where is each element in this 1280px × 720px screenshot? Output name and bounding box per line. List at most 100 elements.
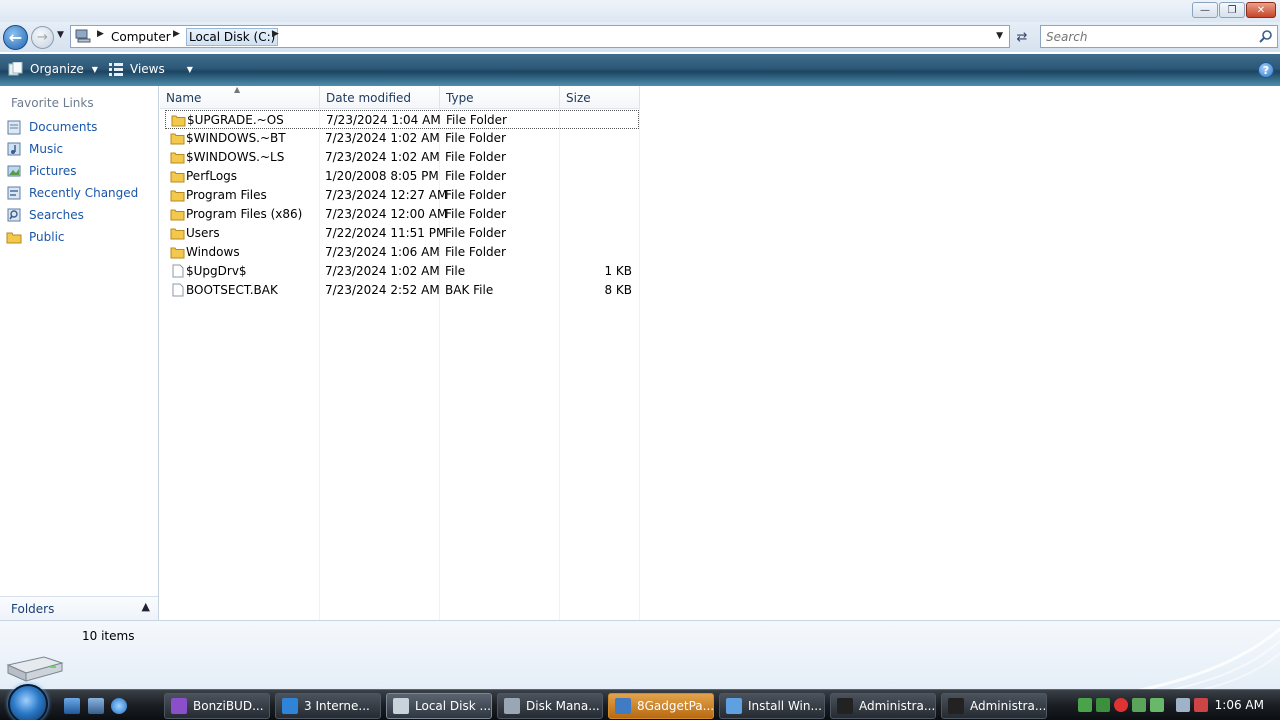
address-history-dropdown[interactable]: ▼ [996, 31, 1003, 41]
checkmark-icon[interactable] [1150, 698, 1164, 712]
file-date-modified: 7/23/2024 1:02 AM [325, 264, 440, 278]
security-center-icon[interactable] [1096, 698, 1110, 712]
taskbar-button[interactable]: Administra... [941, 693, 1047, 719]
folder-icon [170, 171, 185, 183]
navigation-pane: Favorite Links Documents Music Pictures … [0, 86, 159, 620]
taskbar-button[interactable]: Disk Mana... [497, 693, 603, 719]
favorite-link-label: Public [29, 230, 65, 244]
file-type: File Folder [446, 113, 507, 127]
file-row[interactable]: $UPGRADE.~OS 7/23/2024 1:04 AM File Folder [165, 110, 639, 129]
column-header-label: Size [566, 91, 591, 105]
error-icon[interactable] [1114, 698, 1128, 712]
disk-management-icon [504, 698, 520, 714]
taskbar-button[interactable]: Local Disk ... [386, 693, 492, 719]
search-icon[interactable] [1259, 29, 1273, 43]
file-row[interactable]: BOOTSECT.BAK 7/23/2024 2:52 AM BAK File 8 K… [165, 281, 639, 300]
folders-label: Folders [11, 602, 55, 616]
folders-toggle[interactable]: Folders ▲ [0, 596, 158, 620]
views-label: Views [130, 62, 165, 76]
recent-pages-dropdown[interactable]: ▼ [57, 30, 64, 40]
minimize-button[interactable]: — [1192, 2, 1218, 18]
decorative-swoosh [1139, 627, 1280, 690]
breadcrumb-local-disk[interactable]: Local Disk (C:) [186, 28, 279, 46]
favorite-links-header: Favorite Links [11, 96, 94, 110]
taskbar-button[interactable]: 8GadgetPa... [608, 693, 714, 719]
favorite-link-recently-changed[interactable]: Recently Changed [6, 183, 138, 203]
folder-icon [171, 115, 186, 127]
file-row[interactable]: Program Files 7/23/2024 12:27 AM File Fold… [165, 186, 639, 205]
chevron-down-icon[interactable]: ▼ [380, 702, 381, 711]
file-name: PerfLogs [186, 169, 238, 183]
refresh-button[interactable]: ⇄ [1012, 27, 1032, 47]
close-button[interactable]: ✕ [1246, 2, 1276, 18]
display-icon[interactable] [1176, 698, 1190, 712]
taskbar-button-label: 3 Interne... [304, 699, 370, 713]
column-header-type[interactable]: Type [440, 86, 560, 109]
file-size: 8 KB [604, 283, 632, 297]
file-type: File Folder [445, 131, 506, 145]
organize-button[interactable]: Organize ▼ [8, 62, 98, 76]
chevron-up-icon[interactable]: ▲ [142, 600, 150, 613]
folder-icon [170, 209, 185, 221]
volume-muted-icon[interactable] [1194, 698, 1208, 712]
file-date-modified: 7/23/2024 1:04 AM [326, 113, 441, 127]
breadcrumb-computer[interactable]: Computer [109, 29, 173, 45]
file-row[interactable]: PerfLogs 1/20/2008 8:05 PM File Folder [165, 167, 639, 186]
taskbar-button-label: Install Win... [748, 699, 822, 713]
file-list: Name ▲ Date modified Type Size $UPGRADE.… [160, 85, 1280, 620]
favorite-link-searches[interactable]: Searches [6, 205, 84, 225]
back-button[interactable]: ← [3, 25, 28, 50]
column-header-size[interactable]: Size [560, 86, 640, 109]
file-row[interactable]: $WINDOWS.~BT 7/23/2024 1:02 AM File Folder [165, 129, 639, 148]
file-name: Program Files (x86) [186, 207, 303, 221]
file-row[interactable]: Windows 7/23/2024 1:06 AM File Folder [165, 243, 639, 262]
start-button[interactable] [8, 684, 48, 720]
views-button[interactable]: Views ▼ [108, 62, 193, 76]
file-row[interactable]: Users 7/22/2024 11:51 PM File Folder [165, 224, 639, 243]
taskbar-button[interactable]: Administra... [830, 693, 936, 719]
column-header-date-modified[interactable]: Date modified [320, 86, 440, 109]
file-icon [172, 264, 184, 278]
column-header-label: Name [166, 91, 202, 105]
file-name: Users [186, 226, 220, 240]
column-header-name[interactable]: Name ▲ [160, 85, 320, 109]
maximize-button[interactable]: ❐ [1219, 2, 1245, 18]
details-pane: 10 items [0, 620, 1280, 690]
documents-icon [7, 120, 21, 135]
file-row[interactable]: $WINDOWS.~LS 7/23/2024 1:02 AM File Folder [165, 148, 639, 167]
taskbar-button[interactable]: BonziBUD... [164, 693, 270, 719]
favorite-link-public[interactable]: Public [6, 227, 65, 247]
internet-explorer-icon [282, 698, 298, 714]
windows-defender-icon[interactable] [1132, 698, 1146, 712]
search-box[interactable] [1040, 25, 1278, 48]
file-name: Program Files [186, 188, 267, 202]
address-bar[interactable]: ▶ Computer ▶ Local Disk (C:) ▶ ▼ [70, 25, 1010, 48]
breadcrumb-separator-icon[interactable]: ▶ [173, 29, 180, 39]
file-date-modified: 7/22/2024 11:51 PM [325, 226, 447, 240]
show-desktop-icon[interactable] [64, 698, 80, 714]
favorite-link-music[interactable]: Music [6, 139, 63, 159]
taskbar-button[interactable]: 3 Interne... ▼ [275, 693, 381, 719]
favorite-link-pictures[interactable]: Pictures [6, 161, 77, 181]
file-date-modified: 7/23/2024 12:27 AM [325, 188, 448, 202]
breadcrumb-separator-icon[interactable]: ▶ [272, 29, 279, 39]
file-name: BOOTSECT.BAK [186, 283, 278, 297]
switch-windows-icon[interactable] [88, 698, 104, 714]
taskbar-button[interactable]: Install Win... [719, 693, 825, 719]
breadcrumb-separator-icon[interactable]: ▶ [97, 29, 104, 39]
file-row[interactable]: $UpgDrv$ 7/23/2024 1:02 AM File 1 KB [165, 262, 639, 281]
help-button[interactable]: ? [1258, 62, 1274, 78]
column-header-label: Type [446, 91, 474, 105]
file-date-modified: 7/23/2024 1:02 AM [325, 131, 440, 145]
favorite-link-documents[interactable]: Documents [6, 117, 97, 137]
folder-icon [170, 152, 185, 164]
back-arrow-icon: ← [8, 28, 23, 47]
internet-explorer-icon[interactable] [111, 698, 127, 714]
search-input[interactable] [1046, 27, 1256, 47]
forward-button[interactable]: → [31, 26, 54, 49]
taskbar-clock[interactable]: 1:06 AM [1215, 698, 1264, 712]
gadget-pack-icon [615, 698, 631, 714]
window-controls: — ❐ ✕ [1192, 2, 1276, 18]
file-row[interactable]: Program Files (x86) 7/23/2024 12:00 AM Fil… [165, 205, 639, 224]
network-icon[interactable] [1078, 698, 1092, 712]
